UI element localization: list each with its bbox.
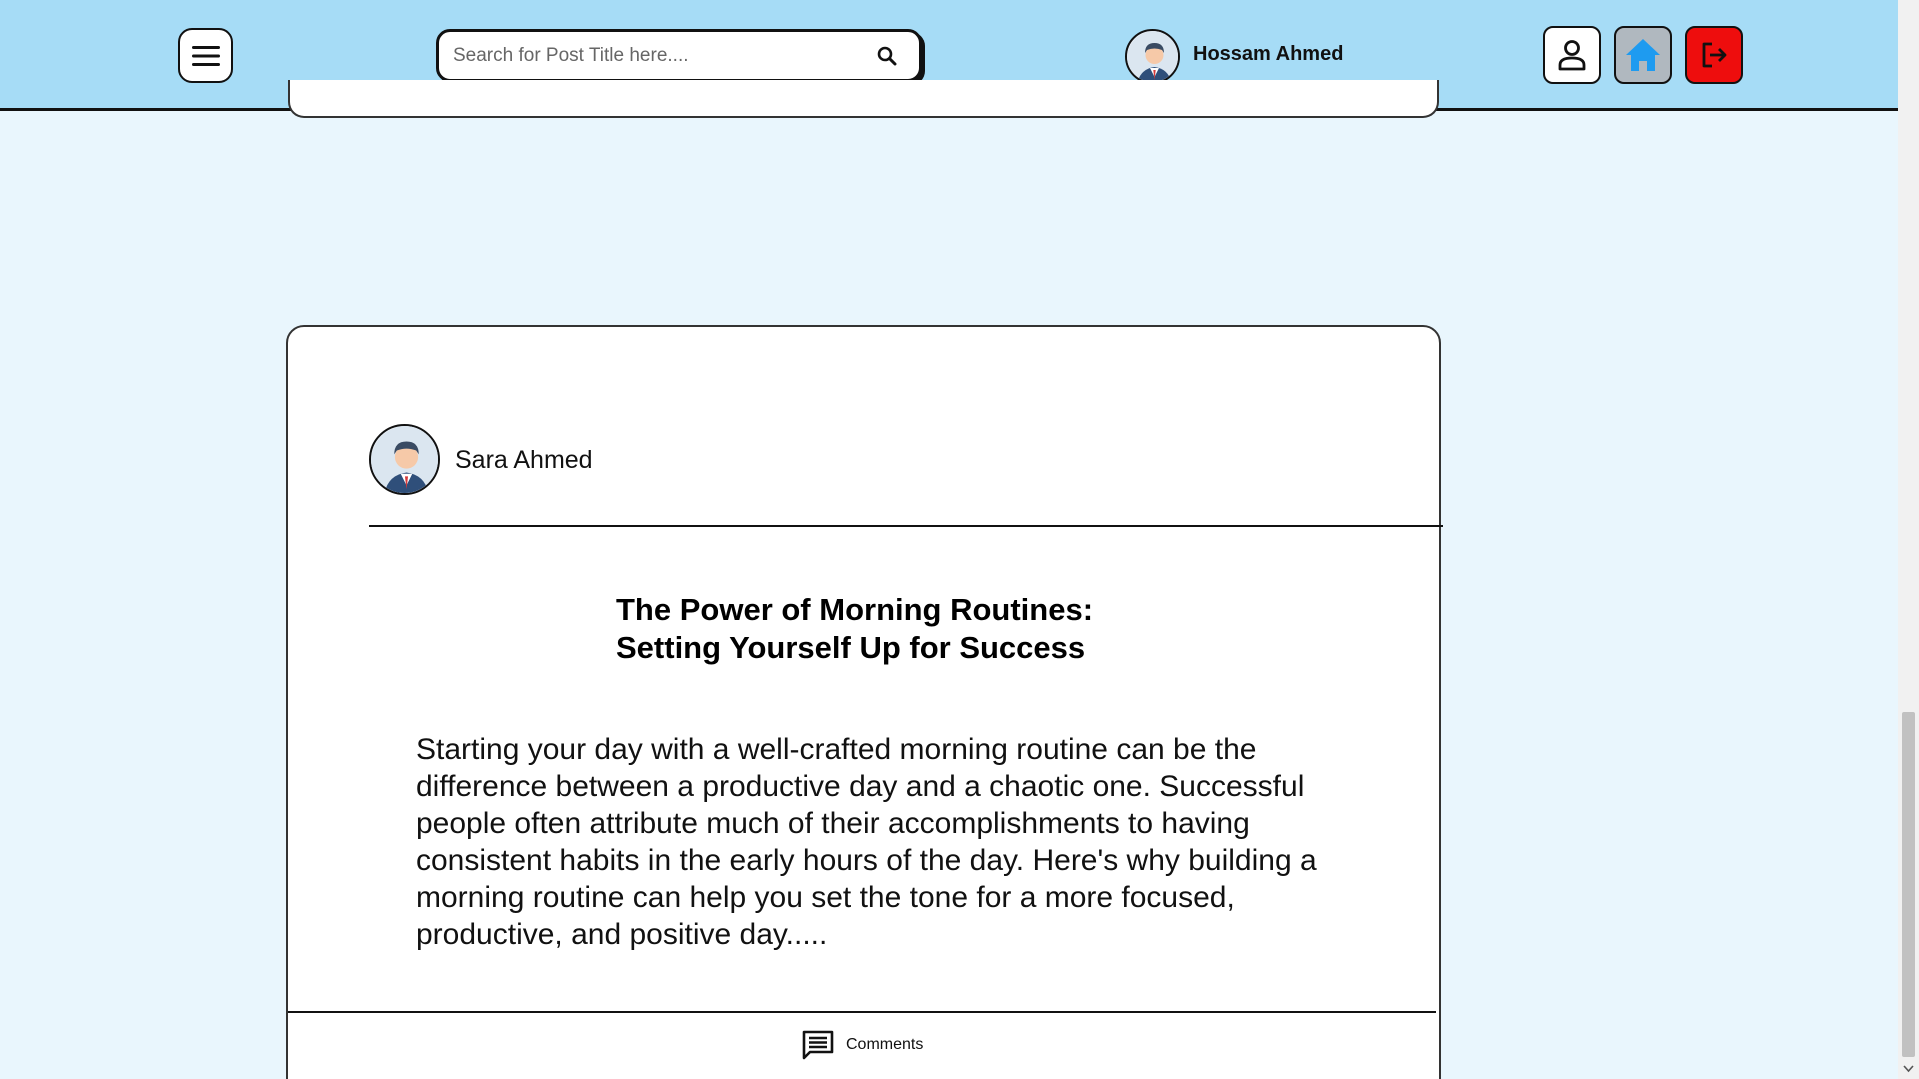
user-name: Hossam Ahmed [1193, 43, 1344, 65]
logout-button[interactable] [1685, 26, 1743, 84]
post-title-line-2: Setting Yourself Up for Success [616, 630, 1086, 665]
comment-icon [802, 1030, 834, 1060]
menu-button[interactable] [178, 28, 233, 83]
author-avatar-image [371, 426, 438, 493]
logout-icon [1702, 42, 1727, 68]
author-divider [369, 525, 1443, 527]
previous-post-card [288, 80, 1439, 118]
post-body: Starting your day with a well-crafted mo… [416, 733, 1317, 951]
post-title[interactable]: The Power of Morning Routines: Setting Y… [616, 591, 1136, 667]
comments-button[interactable]: Comments [802, 1030, 923, 1060]
search-box [436, 29, 922, 82]
scroll-down-arrow-icon[interactable] [1902, 1062, 1915, 1075]
page-scrollbar[interactable] [1898, 0, 1919, 1079]
comments-label: Comments [846, 1036, 924, 1053]
profile-icon [1558, 40, 1586, 71]
author-name[interactable]: Sara Ahmed [455, 446, 593, 475]
scrollbar-thumb[interactable] [1902, 712, 1915, 1057]
menu-icon [191, 45, 220, 66]
post-card: Sara Ahmed The Power of Morning Routines… [286, 325, 1443, 1079]
search-input[interactable] [453, 32, 853, 79]
author-avatar[interactable] [369, 424, 440, 495]
post-title-line-1: The Power of Morning Routines: [616, 592, 1094, 627]
home-button[interactable] [1614, 26, 1672, 84]
home-icon [1626, 39, 1660, 71]
profile-button[interactable] [1543, 26, 1601, 84]
user-avatar-image [1127, 31, 1178, 82]
user-avatar[interactable] [1125, 29, 1180, 84]
post-footer-divider [288, 1011, 1436, 1013]
search-icon[interactable] [875, 44, 899, 68]
